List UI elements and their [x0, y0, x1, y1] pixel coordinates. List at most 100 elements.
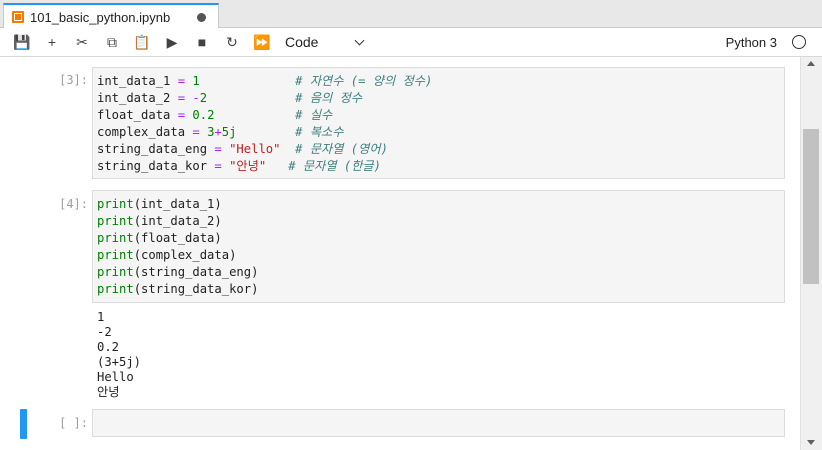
output-line: -2 [97, 325, 112, 339]
copy-button[interactable]: ⧉ [97, 30, 127, 54]
code-token: (complex_data) [133, 248, 237, 262]
cell-type-select[interactable]: Code [285, 34, 367, 50]
code-token: # 자연수 (= 양의 정수) [295, 74, 433, 88]
scroll-up-icon[interactable] [807, 61, 815, 66]
notebook-toolbar: 💾 + ✂ ⧉ 📋 ▶ ■ ↻ ⏩ Code Python 3 [0, 28, 822, 57]
code-token: # 문자열 (한글) [288, 159, 381, 173]
code-token: = [177, 108, 186, 122]
save-button[interactable]: 💾 [7, 30, 37, 54]
cut-button[interactable]: ✂ [67, 30, 97, 54]
code-token: 0.2 [192, 108, 215, 122]
code-token: = [214, 142, 222, 156]
code-line: string_data_eng = "Hello" # 문자열 (영어) [97, 141, 780, 158]
code-token: (int_data_1) [133, 197, 222, 211]
vertical-scrollbar[interactable] [800, 57, 822, 450]
interrupt-button[interactable]: ■ [187, 30, 217, 54]
code-token: int_data_2 [97, 91, 178, 105]
save-icon: 💾 [13, 33, 31, 50]
code-token: string_data_kor [97, 159, 215, 173]
cell-prompt: [3]: [59, 73, 88, 87]
code-token: float_data [97, 108, 178, 122]
output-line: Hello [97, 370, 134, 384]
code-token: int_data_1 [97, 74, 178, 88]
code-line: complex_data = 3+5j # 복소수 [97, 124, 780, 141]
code-token: (int_data_2) [133, 214, 222, 228]
active-cell-indicator [20, 409, 27, 439]
code-token: = [192, 125, 200, 139]
code-token: print [97, 214, 134, 228]
code-line: print(int_data_2) [97, 213, 780, 230]
code-token: # 음의 정수 [295, 91, 363, 105]
plus-icon: + [47, 34, 57, 50]
restart-button[interactable]: ↻ [217, 30, 247, 54]
code-token: # 복소수 [295, 125, 344, 139]
copy-icon: ⧉ [107, 33, 117, 50]
cell-type-value: Code [285, 34, 319, 50]
kernel-name[interactable]: Python 3 [726, 35, 777, 50]
stop-icon: ■ [197, 34, 207, 50]
output-line: 안녕 [97, 385, 120, 399]
code-line: print(float_data) [97, 230, 780, 247]
notebook-tab[interactable]: 101_basic_python.ipynb [3, 3, 219, 29]
code-token: - [192, 91, 200, 105]
notebook-icon [12, 11, 24, 23]
code-token: (float_data) [133, 231, 222, 245]
code-token: (string_data_eng) [133, 265, 259, 279]
code-editor[interactable]: int_data_1 = 1 # 자연수 (= 양의 정수) int_data_2… [92, 67, 785, 179]
code-cell[interactable]: [3]: int_data_1 = 1 # 자연수 (= 양의 정수) int_d… [0, 67, 800, 179]
code-line: print(string_data_eng) [97, 264, 780, 281]
scrollbar-thumb[interactable] [803, 129, 819, 284]
insert-cell-button[interactable]: + [37, 30, 67, 54]
code-line: int_data_2 = -2 # 음의 정수 [97, 90, 780, 107]
code-token: print [97, 231, 134, 245]
code-editor[interactable] [92, 409, 785, 437]
code-cell[interactable]: [4]: print(int_data_1) print(int_data_2) p… [0, 190, 800, 400]
code-token: print [97, 265, 134, 279]
restart-icon: ↻ [226, 33, 238, 50]
output-line: 1 [97, 310, 105, 324]
code-token: print [97, 248, 134, 262]
code-token: print [97, 197, 134, 211]
code-token: "안녕" [229, 159, 267, 173]
code-token: # 문자열 (영어) [295, 142, 388, 156]
code-token: 1 [192, 74, 200, 88]
toolbar-buttons: 💾 + ✂ ⧉ 📋 ▶ ■ ↻ ⏩ [0, 30, 277, 54]
output-line: 0.2 [97, 340, 120, 354]
chevron-down-icon [354, 35, 365, 45]
cell-prompt: [ ]: [59, 416, 88, 430]
paste-button[interactable]: 📋 [127, 30, 157, 54]
code-token: = [177, 91, 186, 105]
code-token: = [177, 74, 186, 88]
unsaved-dot-icon[interactable] [197, 13, 206, 22]
code-token: (string_data_kor) [133, 282, 259, 296]
fast-forward-icon: ⏩ [253, 33, 271, 50]
code-cell-active[interactable]: [ ]: [0, 409, 800, 439]
scissors-icon: ✂ [76, 33, 88, 50]
code-token: 5j [221, 125, 237, 139]
code-editor[interactable]: print(int_data_1) print(int_data_2) print(… [92, 190, 785, 303]
tab-title: 101_basic_python.ipynb [30, 9, 171, 25]
code-line: float_data = 0.2 # 실수 [97, 107, 780, 124]
code-token: complex_data [97, 125, 193, 139]
play-icon: ▶ [166, 33, 178, 50]
tab-bar: 101_basic_python.ipynb [0, 0, 822, 29]
code-token: "Hello" [229, 142, 281, 156]
run-all-button[interactable]: ⏩ [247, 30, 277, 54]
code-line: print(int_data_1) [97, 196, 780, 213]
run-button[interactable]: ▶ [157, 30, 187, 54]
code-token: + [214, 125, 222, 139]
clipboard-icon: 📋 [133, 33, 151, 50]
code-line: string_data_kor = "안녕" # 문자열 (한글) [97, 158, 780, 175]
cell-prompt: [4]: [59, 197, 88, 211]
code-token: print [97, 282, 134, 296]
code-token: = [214, 159, 222, 173]
scroll-down-icon[interactable] [807, 440, 815, 445]
code-line: int_data_1 = 1 # 자연수 (= 양의 정수) [97, 73, 780, 90]
code-token: # 실수 [295, 108, 333, 122]
